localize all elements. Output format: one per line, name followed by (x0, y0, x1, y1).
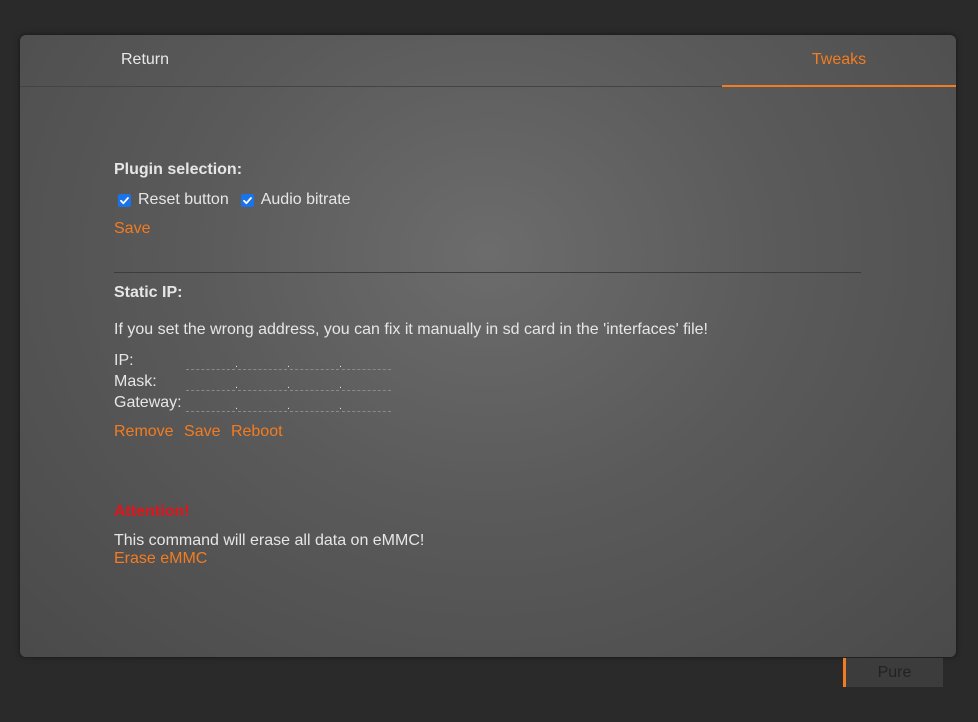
tab-tweaks[interactable]: Tweaks (722, 35, 956, 87)
remove-link[interactable]: Remove (114, 423, 174, 440)
plugin-save-link[interactable]: Save (114, 220, 150, 238)
gateway-field-row: Gateway: . . . (114, 392, 391, 412)
reset-button-checkbox[interactable] (118, 193, 131, 207)
attention-heading: Attention! (114, 503, 190, 520)
checkmark-icon (120, 196, 129, 204)
erase-emmc-link[interactable]: Erase eMMC (114, 550, 207, 568)
emmc-warning-message: This command will erase all data on eMMC… (114, 532, 425, 549)
static-ip-actions: Remove Save Reboot (114, 423, 283, 441)
mask-octet-3[interactable] (290, 374, 339, 391)
reset-button-label: Reset button (138, 191, 229, 208)
mask-field-row: Mask: . . . (114, 371, 391, 391)
tab-return[interactable]: Return (121, 51, 169, 69)
static-ip-save-link[interactable]: Save (184, 423, 220, 440)
ip-octet-2[interactable] (238, 353, 287, 370)
plugin-selection-title: Plugin selection: (114, 161, 243, 178)
ip-octet-1[interactable] (186, 353, 235, 370)
mask-octet-1[interactable] (186, 374, 235, 391)
ip-label: IP: (114, 352, 134, 369)
gateway-label: Gateway: (114, 394, 182, 411)
static-ip-warning: If you set the wrong address, you can fi… (114, 321, 708, 338)
ip-octet-4[interactable] (342, 353, 391, 370)
pure-theme-button[interactable]: Pure (843, 658, 943, 687)
tweaks-panel: Return Tweaks Plugin selection: Reset bu… (20, 35, 956, 657)
checkmark-icon (242, 196, 252, 204)
gateway-octet-1[interactable] (186, 395, 235, 412)
audio-bitrate-label: Audio bitrate (260, 191, 351, 208)
mask-octet-2[interactable] (238, 374, 287, 391)
plugin-checkbox-row: Reset button Audio bitrate (114, 191, 351, 209)
gateway-octet-2[interactable] (238, 395, 287, 412)
gateway-octet-3[interactable] (290, 395, 339, 412)
ip-octet-3[interactable] (290, 353, 339, 370)
mask-octet-4[interactable] (342, 374, 391, 391)
ip-field-row: IP: . . . (114, 350, 391, 370)
reboot-link[interactable]: Reboot (231, 423, 283, 440)
tab-bar: Return Tweaks (20, 35, 956, 87)
section-divider (114, 272, 861, 273)
gateway-octet-4[interactable] (342, 395, 391, 412)
audio-bitrate-checkbox[interactable] (240, 193, 254, 207)
mask-label: Mask: (114, 373, 157, 390)
static-ip-title: Static IP: (114, 284, 183, 301)
